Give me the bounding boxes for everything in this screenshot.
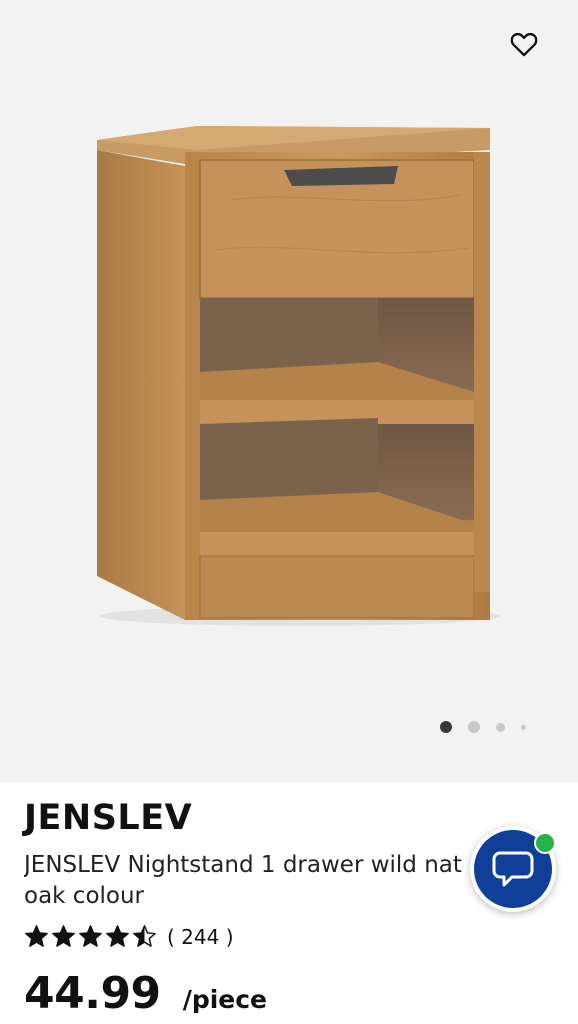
product-description-line-1: JENSLEV Nightstand 1 drawer wild nat — [24, 852, 462, 878]
product-image — [97, 126, 500, 626]
product-rating[interactable]: ( 244 ) — [24, 924, 234, 949]
star-icon — [25, 925, 48, 947]
product-description-line-2: oak colour — [24, 883, 145, 909]
product-image-gallery[interactable] — [0, 0, 578, 782]
price-unit: /piece — [182, 985, 268, 1014]
price-row: 44.99 /piece — [24, 968, 267, 1019]
product-description: JENSLEV Nightstand 1 drawer wild nat oak… — [24, 850, 479, 912]
product-brand: JENSLEV — [24, 798, 193, 838]
heart-outline-icon — [510, 32, 538, 57]
star-icon — [79, 925, 102, 947]
gallery-dot-1[interactable] — [440, 721, 452, 733]
star-icon — [133, 925, 156, 947]
chat-bubble-icon — [492, 851, 534, 887]
product-price: 44.99 — [24, 968, 161, 1019]
star-icon — [52, 925, 75, 947]
review-count[interactable]: ( 244 ) — [167, 925, 234, 949]
rating-stars — [24, 924, 157, 949]
favorite-button[interactable] — [504, 26, 544, 62]
star-icon — [106, 925, 129, 947]
gallery-pagination — [440, 721, 526, 733]
online-status-dot — [534, 832, 556, 854]
gallery-dot-2[interactable] — [468, 721, 480, 733]
gallery-dot-4[interactable] — [521, 724, 526, 730]
gallery-dot-3[interactable] — [496, 722, 505, 732]
